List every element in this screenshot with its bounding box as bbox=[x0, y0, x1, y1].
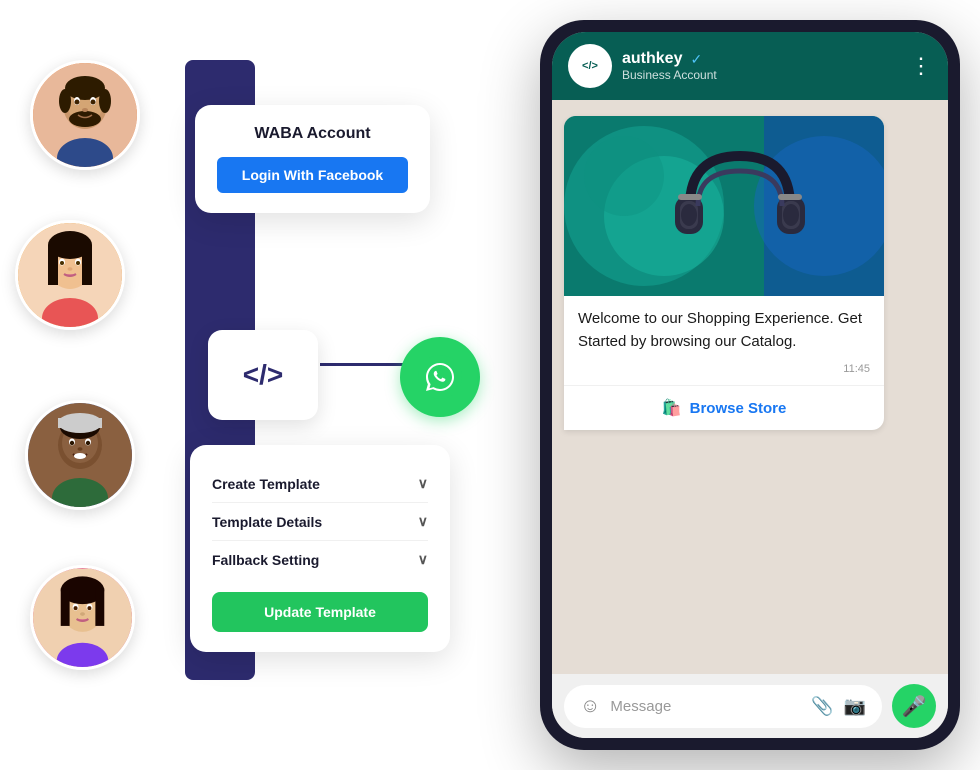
chevron-create: ∨ bbox=[418, 475, 428, 492]
emoji-icon: ☺ bbox=[580, 695, 600, 718]
template-row-create[interactable]: Create Template ∨ bbox=[212, 465, 428, 503]
wa-chat-area: Welcome to our Shopping Experience. Get … bbox=[552, 100, 948, 674]
mic-icon: 🎤 bbox=[902, 694, 927, 719]
attach-icon: 📎 bbox=[811, 696, 833, 717]
wa-name: authkey bbox=[622, 50, 682, 68]
wa-subtitle: Business Account bbox=[622, 68, 717, 82]
message-bubble: Welcome to our Shopping Experience. Get … bbox=[564, 116, 884, 430]
login-facebook-button[interactable]: Login With Facebook bbox=[217, 157, 408, 193]
code-icon: </> bbox=[243, 359, 283, 391]
wa-logo: </> bbox=[568, 44, 612, 88]
wa-menu-icon[interactable]: ⋮ bbox=[910, 53, 932, 79]
message-text: Welcome to our Shopping Experience. Get … bbox=[578, 308, 870, 353]
avatar-3 bbox=[25, 400, 135, 510]
wa-profile-info: authkey ✓ Business Account bbox=[622, 50, 717, 82]
avatar-2 bbox=[15, 220, 125, 330]
whatsapp-bubble[interactable] bbox=[400, 337, 480, 417]
product-image bbox=[564, 116, 884, 296]
browse-store-label: Browse Store bbox=[690, 400, 787, 417]
wa-input-bar: ☺ Message 📎 📷 🎤 bbox=[552, 674, 948, 738]
mic-button[interactable]: 🎤 bbox=[892, 684, 936, 728]
avatar-4 bbox=[30, 565, 135, 670]
template-fallback-label: Fallback Setting bbox=[212, 552, 319, 568]
message-action[interactable]: 🛍️ Browse Store bbox=[564, 385, 884, 430]
camera-icon: 📷 bbox=[844, 696, 866, 717]
phone-inner: </> authkey ✓ Business Account ⋮ bbox=[552, 32, 948, 738]
wa-header: </> authkey ✓ Business Account ⋮ bbox=[552, 32, 948, 100]
waba-title: WABA Account bbox=[217, 125, 408, 143]
wa-message-input[interactable]: ☺ Message 📎 📷 bbox=[564, 685, 882, 728]
verified-icon: ✓ bbox=[690, 51, 702, 68]
avatar-1 bbox=[30, 60, 140, 170]
template-create-label: Create Template bbox=[212, 476, 320, 492]
waba-card: WABA Account Login With Facebook bbox=[195, 105, 430, 213]
code-box: </> bbox=[208, 330, 318, 420]
update-template-button[interactable]: Update Template bbox=[212, 592, 428, 632]
logo-text: </> bbox=[582, 60, 598, 72]
phone-mockup: </> authkey ✓ Business Account ⋮ bbox=[540, 20, 960, 750]
browse-icon: 🛍️ bbox=[662, 398, 682, 418]
template-row-fallback[interactable]: Fallback Setting ∨ bbox=[212, 541, 428, 578]
template-details-label: Template Details bbox=[212, 514, 322, 530]
message-text-area: Welcome to our Shopping Experience. Get … bbox=[564, 296, 884, 359]
template-card: Create Template ∨ Template Details ∨ Fal… bbox=[190, 445, 450, 652]
chevron-details: ∨ bbox=[418, 513, 428, 530]
message-time: 11:45 bbox=[564, 359, 884, 385]
chevron-fallback: ∨ bbox=[418, 551, 428, 568]
message-placeholder: Message bbox=[610, 698, 801, 715]
main-scene: WABA Account Login With Facebook </> Cre… bbox=[0, 0, 980, 770]
template-row-details[interactable]: Template Details ∨ bbox=[212, 503, 428, 541]
